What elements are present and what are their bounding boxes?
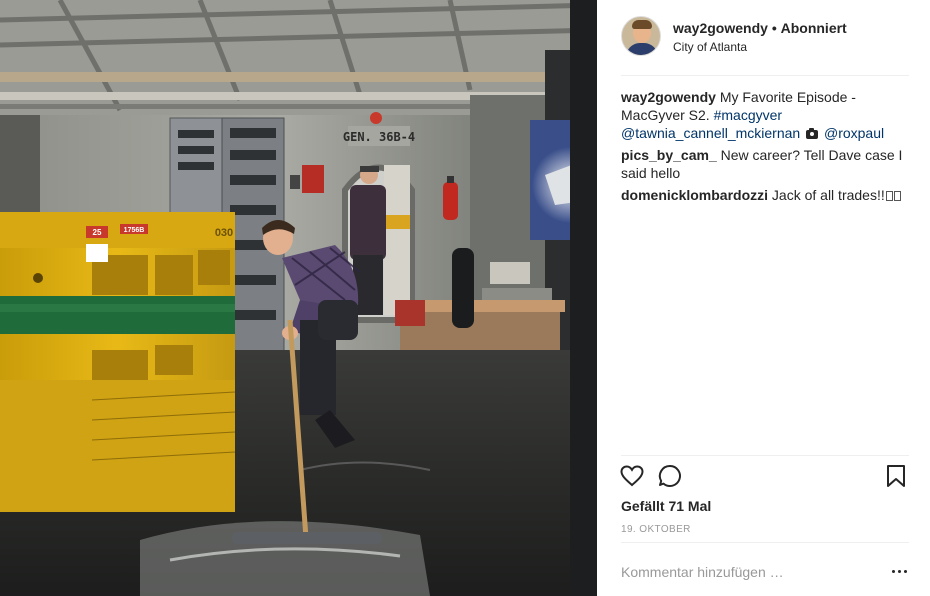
hashtag-link[interactable]: #macgyver (714, 107, 782, 123)
follow-status-button[interactable]: Abonniert (781, 20, 847, 36)
comment-item: domenicklombardozzi Jack of all trades!! (621, 186, 909, 204)
action-bar (619, 463, 911, 491)
comment-item: pics_by_cam_ New career? Tell Dave case … (621, 146, 909, 182)
actions-divider (621, 455, 909, 456)
comment-username[interactable]: domenicklombardozzi (621, 187, 768, 203)
avatar[interactable] (621, 16, 661, 56)
caption-username[interactable]: way2gowendy (621, 89, 716, 105)
header-username[interactable]: way2gowendy (673, 20, 768, 36)
comment-text: Jack of all trades!! (771, 187, 885, 203)
emoji-glyph (893, 191, 901, 201)
comment-divider (621, 542, 909, 543)
post-date[interactable]: 19. OKTOBER (621, 524, 691, 535)
camera-icon (806, 128, 819, 139)
bookmark-icon[interactable] (883, 463, 909, 489)
mention-link-1[interactable]: @tawnia_cannell_mckiernan (621, 125, 800, 141)
post-image-scene: GEN. 36B-4 25 1756B 030 (0, 0, 597, 596)
header-separator: • (771, 20, 777, 36)
more-options-icon[interactable] (891, 564, 909, 578)
post-details-panel: way2gowendy • Abonniert City of Atlanta … (597, 0, 930, 596)
header-line: way2gowendy • Abonniert (673, 20, 847, 36)
photo-label-25: 25 (93, 228, 102, 237)
mention-link-2[interactable]: @roxpaul (824, 125, 884, 141)
post-photo[interactable]: GEN. 36B-4 25 1756B 030 (0, 0, 597, 596)
photo-sign-text: GEN. 36B-4 (343, 130, 415, 144)
comments-list: way2gowendy My Favorite Episode - MacGyv… (621, 88, 909, 208)
caption: way2gowendy My Favorite Episode - MacGyv… (621, 88, 909, 142)
comment-bubble-icon[interactable] (657, 463, 683, 489)
emoji-glyph (885, 191, 893, 201)
comment-input[interactable] (621, 562, 881, 582)
location-link[interactable]: City of Atlanta (673, 40, 747, 54)
post-header: way2gowendy • Abonniert City of Atlanta (621, 16, 909, 74)
photo-label-1756: 1756B (124, 227, 145, 234)
header-divider (621, 75, 909, 76)
heart-icon[interactable] (619, 463, 645, 489)
comment-username[interactable]: pics_by_cam_ (621, 147, 717, 163)
like-count[interactable]: Gefällt 71 Mal (621, 498, 711, 514)
photo-label-030: 030 (215, 227, 233, 239)
